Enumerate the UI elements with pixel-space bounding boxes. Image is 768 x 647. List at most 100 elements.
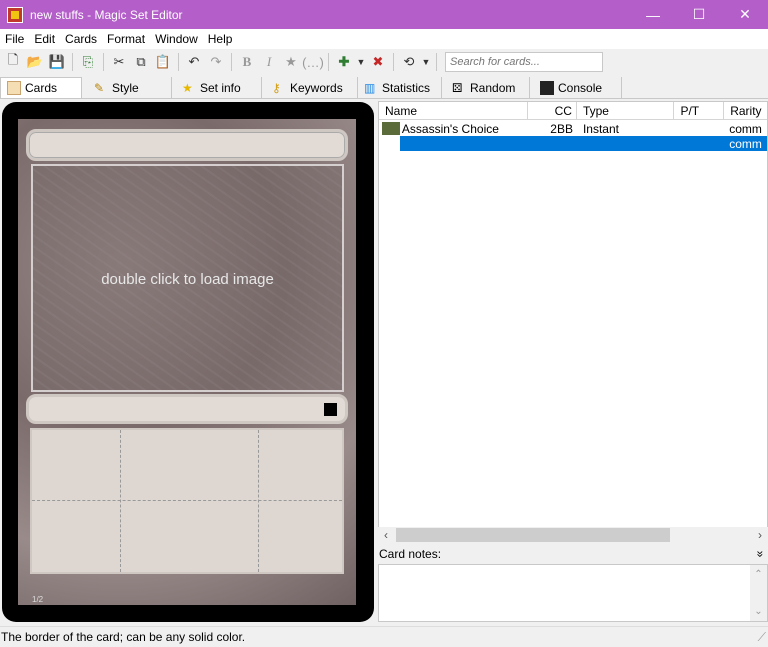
star-icon: ★	[182, 80, 193, 95]
card-rarity-cell: comm	[729, 136, 762, 151]
new-file-icon[interactable]: 🗋	[2, 51, 24, 73]
tab-set-info[interactable]: ★ Set info	[172, 77, 262, 98]
card-notes-label: Card notes:	[379, 547, 442, 561]
table-row[interactable]: Assassin's Choice 2BB Instant comm	[379, 121, 767, 136]
scroll-left-icon[interactable]: ‹	[378, 527, 394, 543]
card-art-box[interactable]: double click to load image	[31, 164, 344, 392]
maximize-button[interactable]: ☐	[676, 0, 722, 29]
copy-icon[interactable]: ⧉	[130, 51, 152, 73]
horizontal-scrollbar[interactable]: ‹ ›	[378, 527, 768, 543]
remove-card-icon[interactable]: ✖	[367, 51, 389, 73]
cut-icon[interactable]: ✂	[108, 51, 130, 73]
toolbar: 🗋 📂 💾 ⎘ ✂ ⧉ 📋 ↶ ↷ B I ★ (…) ✚ ▼ ✖ ⟲ ▼	[0, 49, 768, 75]
scroll-up-icon[interactable]: ⌃	[750, 569, 767, 580]
tab-label: Keywords	[290, 80, 343, 95]
column-name[interactable]: Name	[379, 102, 529, 119]
tab-bar: Cards ✎ Style ★ Set info ⚷ Keywords ▥ St…	[0, 77, 768, 99]
toolbar-separator	[328, 53, 329, 71]
column-pt[interactable]: P/T	[674, 102, 725, 119]
tab-keywords[interactable]: ⚷ Keywords	[262, 77, 358, 98]
open-folder-icon[interactable]: 📂	[24, 51, 46, 73]
window-title: new stuffs - Magic Set Editor	[30, 7, 183, 22]
tab-label: Statistics	[382, 80, 431, 95]
dice-icon: ⚄	[452, 80, 463, 95]
card-frame: double click to load image 1/2	[18, 119, 356, 605]
table-row-selected[interactable]: comm	[400, 136, 767, 151]
tab-label: Style	[112, 80, 139, 95]
card-rarity-cell: comm	[729, 121, 762, 136]
card-list[interactable]: Name CC Type P/T Rarity Assassin's Choic…	[378, 101, 768, 543]
add-card-icon[interactable]: ✚	[333, 51, 355, 73]
scroll-down-icon[interactable]: ⌄	[750, 606, 767, 617]
toolbar-separator	[72, 53, 73, 71]
console-icon	[540, 80, 554, 95]
reminder-text-icon[interactable]: (…)	[302, 51, 324, 73]
undo-icon[interactable]: ↶	[183, 51, 205, 73]
card-notes-header: Card notes: »	[378, 545, 768, 563]
card-notes-input[interactable]: ⌃ ⌄	[378, 564, 768, 622]
guide-line	[120, 430, 121, 572]
brush-icon: ✎	[94, 80, 105, 95]
toolbar-separator	[393, 53, 394, 71]
card-type-cell: Instant	[582, 121, 619, 136]
card-name-field[interactable]	[26, 129, 348, 161]
app-icon	[7, 6, 23, 23]
art-hint: double click to load image	[101, 271, 274, 288]
symbol-icon[interactable]: ★	[280, 51, 302, 73]
guide-line	[32, 500, 342, 501]
search-input[interactable]	[445, 52, 603, 72]
card-type-field[interactable]	[26, 394, 348, 424]
close-button[interactable]: ✕	[722, 0, 768, 29]
minimize-button[interactable]: —	[630, 0, 676, 29]
guide-line	[258, 430, 259, 572]
scroll-thumb[interactable]	[396, 528, 670, 542]
window-controls: — ☐ ✕	[630, 0, 768, 29]
tab-label: Cards	[25, 81, 58, 95]
column-cc[interactable]: CC	[528, 102, 577, 119]
notes-scrollbar[interactable]: ⌃ ⌄	[750, 565, 767, 621]
add-card-dropdown-icon[interactable]: ▼	[355, 51, 367, 73]
bold-icon[interactable]: B	[236, 51, 258, 73]
toolbar-separator	[103, 53, 104, 71]
tab-random[interactable]: ⚄ Random	[442, 77, 530, 98]
toolbar-separator	[231, 53, 232, 71]
menu-edit[interactable]: Edit	[29, 29, 60, 49]
tab-console[interactable]: Console	[530, 77, 622, 98]
card-footer-text: 1/2	[32, 595, 44, 604]
tab-label: Random	[470, 80, 516, 95]
status-bar: The border of the card; can be any solid…	[0, 626, 768, 646]
paste-icon[interactable]: 📋	[152, 51, 174, 73]
export-icon[interactable]: ⎘	[77, 51, 99, 73]
menu-window[interactable]: Window	[150, 29, 203, 49]
tab-label: Set info	[200, 80, 241, 95]
menu-file[interactable]: File	[0, 29, 29, 49]
card-cc-cell: 2BB	[550, 121, 573, 136]
collapse-notes-icon[interactable]: »	[752, 551, 768, 558]
toolbar-separator	[178, 53, 179, 71]
redo-icon[interactable]: ↷	[205, 51, 227, 73]
rarity-symbol[interactable]	[324, 403, 337, 416]
save-icon[interactable]: 💾	[46, 51, 68, 73]
menu-cards[interactable]: Cards	[60, 29, 102, 49]
card-thumb-icon	[382, 122, 400, 135]
card-rotate-icon[interactable]: ⟲	[398, 51, 420, 73]
tab-style[interactable]: ✎ Style	[82, 77, 172, 98]
toolbar-separator	[436, 53, 437, 71]
tab-statistics[interactable]: ▥ Statistics	[358, 77, 442, 98]
tab-cards[interactable]: Cards	[0, 77, 82, 98]
menu-help[interactable]: Help	[203, 29, 238, 49]
rotate-dropdown-icon[interactable]: ▼	[420, 51, 432, 73]
card-border[interactable]: double click to load image 1/2	[2, 102, 374, 622]
italic-icon[interactable]: I	[258, 51, 280, 73]
cards-icon	[7, 81, 21, 95]
column-rarity[interactable]: Rarity	[724, 102, 767, 119]
resize-grip-icon[interactable]: ⟋	[758, 627, 766, 647]
status-text: The border of the card; can be any solid…	[1, 630, 246, 644]
card-name-cell: Assassin's Choice	[401, 121, 499, 136]
card-text-box[interactable]	[30, 428, 344, 574]
card-list-header: Name CC Type P/T Rarity	[379, 102, 767, 120]
menu-format[interactable]: Format	[102, 29, 150, 49]
menu-bar: File Edit Cards Format Window Help	[0, 29, 768, 49]
scroll-right-icon[interactable]: ›	[752, 527, 768, 543]
column-type[interactable]: Type	[577, 102, 675, 119]
